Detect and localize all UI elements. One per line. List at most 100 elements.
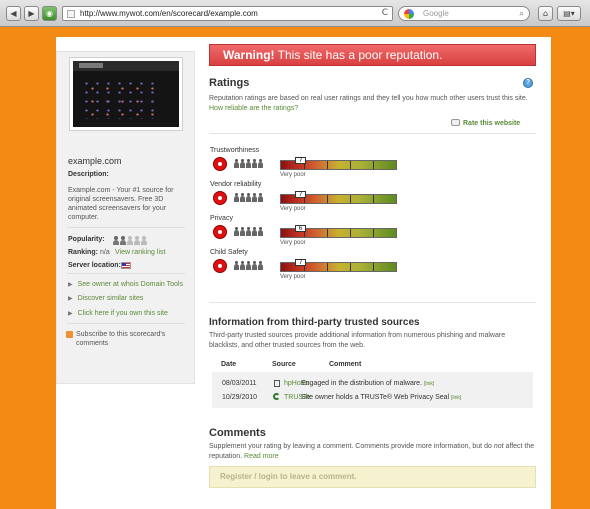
comment-icon: [451, 119, 460, 126]
forward-button[interactable]: ▶: [24, 6, 39, 21]
browser-toolbar: ◀ ▶ ◉ http://www.mywot.com/en/scorecard/…: [0, 0, 590, 27]
popularity-icons: [113, 236, 147, 245]
read-more-link[interactable]: Read more: [244, 453, 279, 460]
divider: [67, 273, 185, 274]
own-site-link[interactable]: ▶ Click here if you own this site: [68, 310, 168, 317]
rss-icon[interactable]: [66, 331, 73, 338]
url-text[interactable]: http://www.mywot.com/en/scorecard/exampl…: [80, 8, 258, 20]
person-icon: [252, 159, 257, 169]
ratings-intro-text: Reputation ratings are based on real use…: [209, 95, 528, 102]
divider: [67, 323, 185, 324]
magnifier-icon[interactable]: ⌕: [520, 7, 524, 20]
view-ranking-link[interactable]: View ranking list: [115, 249, 165, 256]
comments-heading: Comments: [209, 427, 266, 439]
description-label: Description:: [68, 171, 109, 178]
comments-intro-text: Supplement your rating by leaving a comm…: [209, 443, 494, 450]
person-icon: [252, 193, 257, 203]
truste-icon: [273, 393, 280, 400]
whois-link[interactable]: ▶ See owner at whois Domain Tools: [68, 281, 183, 288]
login-to-comment-bar[interactable]: Register / login to leave a comment.: [209, 466, 536, 488]
whois-link-label[interactable]: See owner at whois Domain Tools: [78, 281, 183, 288]
confidence-icons: [234, 159, 263, 169]
divider: [67, 227, 185, 228]
similar-sites-link[interactable]: ▶ Discover similar sites: [68, 295, 143, 302]
home-button[interactable]: ⌂: [538, 6, 553, 21]
warning-banner: Warning! This site has a poor reputation…: [209, 44, 536, 66]
score-marker: 7: [295, 191, 306, 198]
ratings-heading: Ratings: [209, 77, 250, 89]
own-site-label[interactable]: Click here if you own this site: [78, 310, 168, 317]
us-flag-icon: [121, 262, 131, 269]
document-icon: [274, 380, 280, 387]
menu-button[interactable]: ▤▾: [557, 6, 581, 21]
row-comment: Engaged in the distribution of malware. …: [301, 380, 434, 387]
person-icon: [120, 236, 126, 245]
row-date: 08/03/2011: [222, 380, 257, 387]
reload-icon[interactable]: C: [382, 7, 388, 20]
ratings-intro: Reputation ratings are based on real use…: [209, 94, 529, 114]
person-icon: [234, 261, 239, 271]
divider: [209, 133, 536, 134]
similar-sites-label[interactable]: Discover similar sites: [78, 295, 144, 302]
row-link[interactable]: [link]: [451, 395, 461, 401]
site-name: example.com: [68, 156, 122, 166]
site-sidebar: example.com Description: Example.com - Y…: [56, 51, 195, 384]
confidence-icons: [234, 227, 263, 237]
subscribe-link[interactable]: Subscribe to this scorecard's comments: [76, 330, 186, 348]
row-comment: Site owner holds a TRUSTe® Web Privacy S…: [301, 394, 461, 401]
rating-category-label: Child Safety: [210, 249, 248, 256]
confidence-icons: [234, 193, 263, 203]
person-icon: [141, 236, 147, 245]
person-icon: [240, 227, 245, 237]
person-icon: [246, 261, 251, 271]
person-icon: [127, 236, 133, 245]
site-description: Example.com - Your #1 source for origina…: [68, 187, 174, 221]
person-icon: [234, 227, 239, 237]
back-button[interactable]: ◀: [6, 6, 21, 21]
rating-verdict: Very poor: [280, 274, 306, 280]
reputation-donut-icon: [213, 225, 227, 239]
person-icon: [134, 236, 140, 245]
rating-verdict: Very poor: [280, 172, 306, 178]
google-icon: [404, 9, 414, 19]
person-icon: [234, 159, 239, 169]
person-icon: [258, 261, 263, 271]
score-marker: 7: [295, 259, 306, 266]
ratings-reliability-link[interactable]: How reliable are the ratings?: [209, 105, 298, 112]
third-party-intro: Third-party trusted sources provide addi…: [209, 332, 506, 349]
rating-verdict: Very poor: [280, 240, 306, 246]
reputation-donut-icon: [213, 259, 227, 273]
person-icon: [246, 227, 251, 237]
search-input[interactable]: Google ⌕: [398, 6, 530, 21]
popularity-label: Popularity:: [68, 236, 105, 243]
search-placeholder[interactable]: Google: [423, 8, 449, 20]
sources-table: [212, 372, 533, 408]
ranking-value: n/a: [100, 249, 110, 256]
person-icon: [252, 227, 257, 237]
row-date: 10/29/2010: [222, 394, 258, 401]
help-icon[interactable]: ?: [523, 78, 533, 88]
person-icon: [240, 159, 245, 169]
rating-category-label: Privacy: [210, 215, 233, 222]
person-icon: [258, 159, 263, 169]
reputation-donut-icon: [213, 191, 227, 205]
site-thumbnail[interactable]: [69, 57, 183, 131]
ranking-label: Ranking:: [68, 249, 98, 256]
rating-category-label: Trustworthiness: [210, 147, 260, 154]
row-link[interactable]: [link]: [424, 381, 434, 387]
server-location-label: Server location:: [68, 262, 121, 269]
address-bar[interactable]: http://www.mywot.com/en/scorecard/exampl…: [62, 6, 393, 21]
wot-addon-icon[interactable]: ◉: [42, 6, 57, 21]
comments-intro-emphasis: not: [493, 443, 504, 450]
person-icon: [113, 236, 119, 245]
favicon-icon: [67, 10, 75, 18]
person-icon: [240, 261, 245, 271]
triangle-right-icon: ▶: [68, 310, 73, 317]
warning-strong: Warning!: [223, 48, 275, 62]
person-icon: [246, 193, 251, 203]
date-column-header: Date: [221, 361, 237, 368]
rate-website-link[interactable]: Rate this website: [463, 120, 520, 127]
triangle-right-icon: ▶: [68, 281, 73, 288]
comment-column-header: Comment: [329, 361, 362, 368]
row-comment-text: Engaged in the distribution of malware.: [301, 380, 423, 387]
